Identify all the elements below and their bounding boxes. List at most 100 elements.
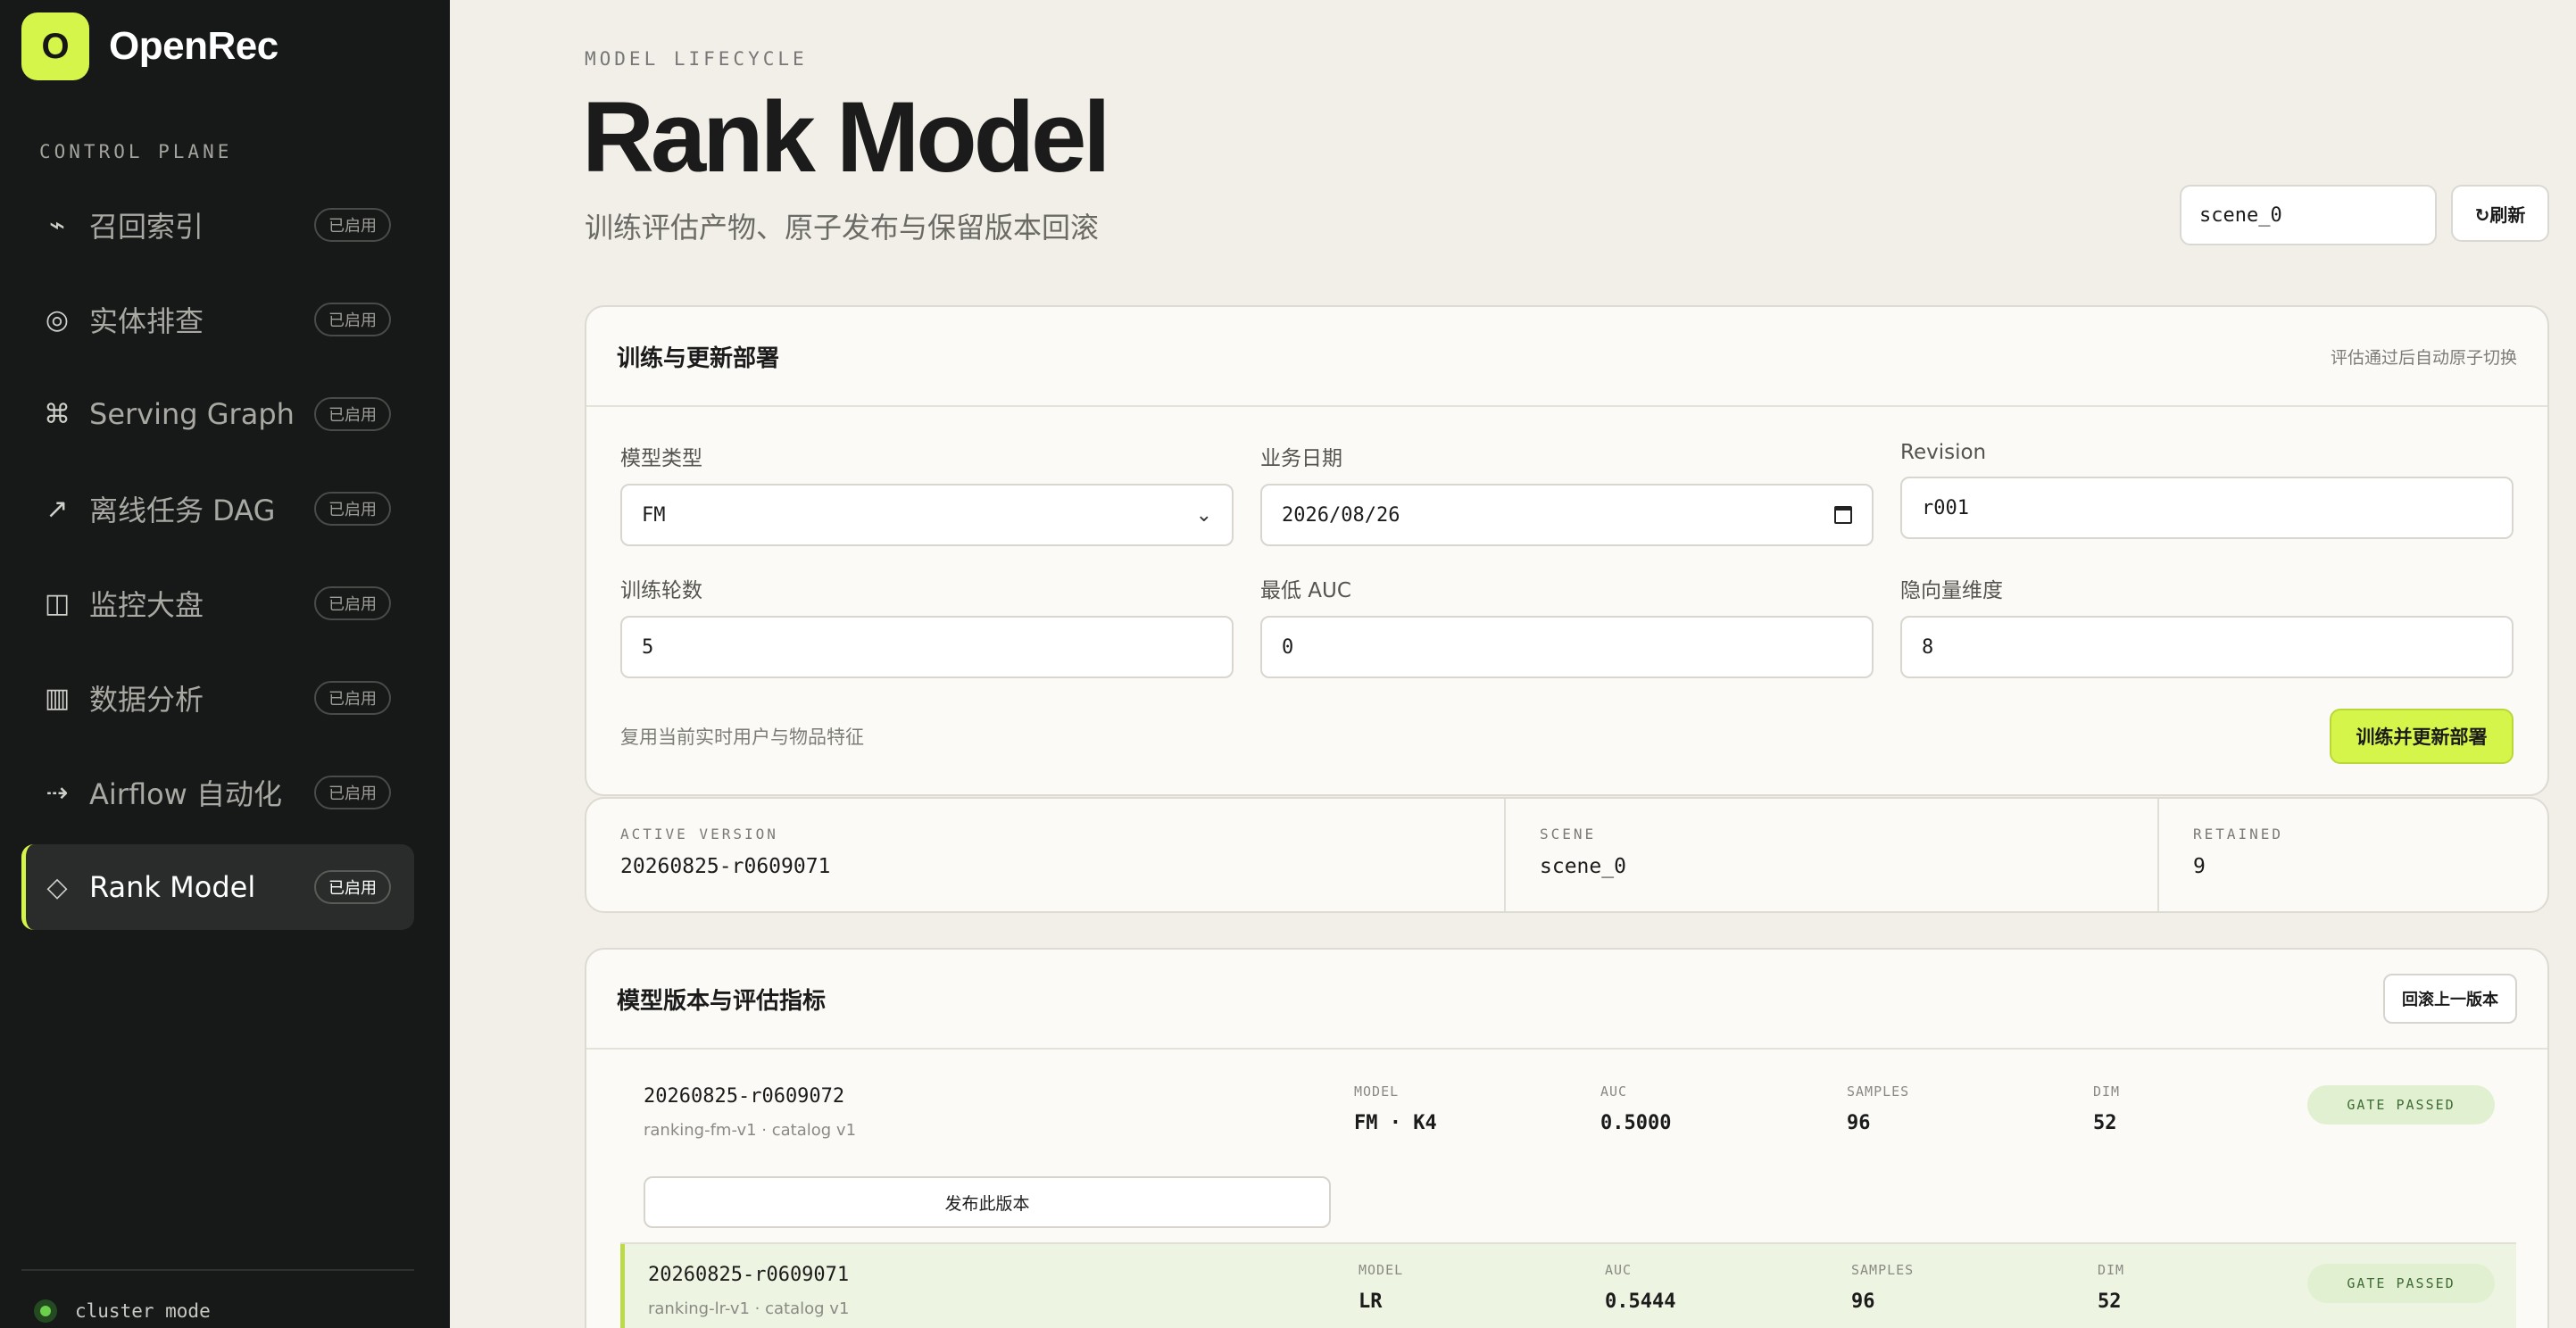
- page-subtitle: 训练评估产物、原子发布与保留版本回滚: [585, 211, 1100, 245]
- entity-inspect-icon: ◎: [45, 303, 70, 336]
- version-desc: ranking-fm-v1 · catalog v1: [644, 1121, 857, 1140]
- status-badge: 已启用: [314, 208, 391, 242]
- model-metric: MODEL LR: [1359, 1262, 1403, 1313]
- version-row: 20260825-r0609072 ranking-fm-v1 · catalo…: [620, 1066, 2516, 1239]
- status-badge: 已启用: [314, 870, 391, 904]
- sidebar-item-monitor-dashboard[interactable]: ◫ 监控大盘 已启用: [21, 560, 414, 646]
- latent-dim-input[interactable]: 8: [1900, 616, 2514, 678]
- status-badge: 已启用: [314, 681, 391, 715]
- page-eyebrow: MODEL LIFECYCLE: [585, 48, 808, 70]
- scene-stat: SCENE scene_0: [1506, 799, 2159, 911]
- samples-metric: SAMPLES 96: [1847, 1083, 1909, 1134]
- field-label: Revision: [1900, 441, 1987, 464]
- sidebar-item-recall-index[interactable]: ⌁ 召回索引 已启用: [21, 182, 414, 268]
- model-type-select[interactable]: FM ⌄: [620, 484, 1234, 546]
- sidebar-item-label: 召回索引: [89, 210, 204, 244]
- offline-dag-icon: ↗: [46, 493, 69, 525]
- status-dot-icon: [34, 1299, 57, 1323]
- epochs-input[interactable]: 5: [620, 616, 1234, 678]
- metric-label: SAMPLES: [1851, 1262, 1915, 1278]
- sidebar-item-entity-inspect[interactable]: ◎ 实体排查 已启用: [21, 277, 414, 362]
- stat-value: 20260825-r0609071: [620, 855, 831, 878]
- latent-dim-field: 隐向量维度 8: [1900, 573, 2514, 678]
- sidebar-item-label: Rank Model: [89, 870, 256, 904]
- metric-label: DIM: [2093, 1083, 2121, 1100]
- select-value: FM: [642, 503, 666, 527]
- page-title: Rank Model: [582, 81, 1111, 193]
- metric-value: 52: [2093, 1112, 2117, 1134]
- publish-version-button[interactable]: 发布此版本: [644, 1176, 1331, 1228]
- active-version-stat: ACTIVE VERSION 20260825-r0609071: [586, 799, 1506, 911]
- gate-status-badge: GATE PASSED: [2307, 1264, 2495, 1303]
- biz-date-input[interactable]: 2026/08/26: [1260, 484, 1874, 546]
- sidebar-item-label: 数据分析: [89, 683, 204, 717]
- stat-label: ACTIVE VERSION: [620, 826, 778, 842]
- metric-value: 96: [1847, 1112, 1871, 1134]
- samples-metric: SAMPLES 96: [1851, 1262, 1914, 1313]
- sidebar-item-airflow[interactable]: ⇢ Airflow 自动化 已启用: [21, 750, 414, 835]
- brand-logo-icon: O: [21, 12, 89, 80]
- panel-title: 训练与更新部署: [617, 344, 780, 372]
- metric-label: MODEL: [1359, 1262, 1404, 1278]
- version-id: 20260825-r0609072: [644, 1085, 845, 1108]
- input-value: 8: [1922, 635, 1934, 659]
- metric-label: SAMPLES: [1847, 1083, 1910, 1100]
- epochs-field: 训练轮数 5: [620, 573, 1234, 678]
- cluster-status: cluster mode: [34, 1299, 211, 1323]
- sidebar-item-data-analysis[interactable]: ▥ 数据分析 已启用: [21, 655, 414, 741]
- sidebar-item-label: Airflow 自动化: [89, 777, 283, 811]
- field-label: 隐向量维度: [1900, 579, 2003, 602]
- data-analysis-icon: ▥: [44, 682, 71, 714]
- reuse-features-note: 复用当前实时用户与物品特征: [620, 726, 864, 748]
- field-label: 最低 AUC: [1260, 579, 1351, 602]
- min-auc-input[interactable]: 0: [1260, 616, 1874, 678]
- metric-label: MODEL: [1354, 1083, 1400, 1100]
- sidebar-item-label: 实体排查: [89, 304, 204, 338]
- metric-value: FM · K4: [1354, 1112, 1437, 1134]
- train-form: 模型类型 FM ⌄ 业务日期 2026/08/26 Revision r001 …: [620, 441, 2516, 678]
- stat-value: 9: [2193, 855, 2206, 878]
- sidebar-divider: [21, 1269, 414, 1271]
- serving-graph-icon: ⌘: [44, 398, 71, 430]
- train-deploy-panel: 训练与更新部署 评估通过后自动原子切换 模型类型 FM ⌄ 业务日期 2026/…: [585, 305, 2549, 796]
- deployment-stats: ACTIVE VERSION 20260825-r0609071 SCENE s…: [585, 797, 2549, 913]
- scene-input[interactable]: [2180, 185, 2437, 245]
- rollback-button[interactable]: 回滚上一版本: [2383, 974, 2517, 1024]
- revision-input[interactable]: r001: [1900, 477, 2514, 539]
- sidebar-item-serving-graph[interactable]: ⌘ Serving Graph 已启用: [21, 371, 414, 457]
- metric-value: 0.5444: [1605, 1291, 1676, 1313]
- rank-model-icon: ◇: [46, 871, 68, 903]
- stat-label: RETAINED: [2193, 826, 2284, 842]
- recall-index-icon: ⌁: [48, 209, 66, 241]
- input-value: r001: [1922, 496, 1969, 519]
- input-value: 0: [1282, 635, 1294, 659]
- panel-hint: 评估通过后自动原子切换: [2330, 347, 2517, 368]
- metric-label: AUC: [1605, 1262, 1633, 1278]
- airflow-icon: ⇢: [46, 776, 69, 809]
- status-badge: 已启用: [314, 492, 391, 526]
- status-badge: 已启用: [314, 303, 391, 336]
- brand[interactable]: O OpenRec: [21, 12, 278, 80]
- calendar-icon[interactable]: [1834, 506, 1852, 524]
- metric-value: LR: [1359, 1291, 1383, 1313]
- sidebar-item-rank-model[interactable]: ◇ Rank Model 已启用: [21, 844, 414, 930]
- revision-field: Revision r001: [1900, 441, 2514, 546]
- metric-label: AUC: [1600, 1083, 1628, 1100]
- monitor-dashboard-icon: ◫: [44, 587, 71, 619]
- metric-value: 52: [2098, 1291, 2122, 1313]
- input-value: 5: [642, 635, 654, 659]
- train-deploy-button[interactable]: 训练并更新部署: [2330, 709, 2514, 764]
- field-label: 训练轮数: [620, 579, 702, 602]
- sidebar-item-offline-dag[interactable]: ↗ 离线任务 DAG 已启用: [21, 466, 414, 552]
- sidebar: O OpenRec CONTROL PLANE ⌁ 召回索引 已启用 ◎ 实体排…: [0, 0, 450, 1328]
- field-label: 模型类型: [620, 447, 702, 470]
- version-desc: ranking-lr-v1 · catalog v1: [648, 1299, 850, 1318]
- model-versions-panel: 模型版本与评估指标 回滚上一版本 20260825-r0609072 ranki…: [585, 948, 2549, 1328]
- refresh-button[interactable]: ↻刷新: [2451, 185, 2549, 242]
- sidebar-item-label: Serving Graph: [89, 397, 295, 431]
- field-label: 业务日期: [1260, 447, 1342, 470]
- metric-label: DIM: [2098, 1262, 2125, 1278]
- status-badge: 已启用: [314, 776, 391, 809]
- dim-metric: DIM 52: [2098, 1262, 2124, 1313]
- metric-value: 96: [1851, 1291, 1875, 1313]
